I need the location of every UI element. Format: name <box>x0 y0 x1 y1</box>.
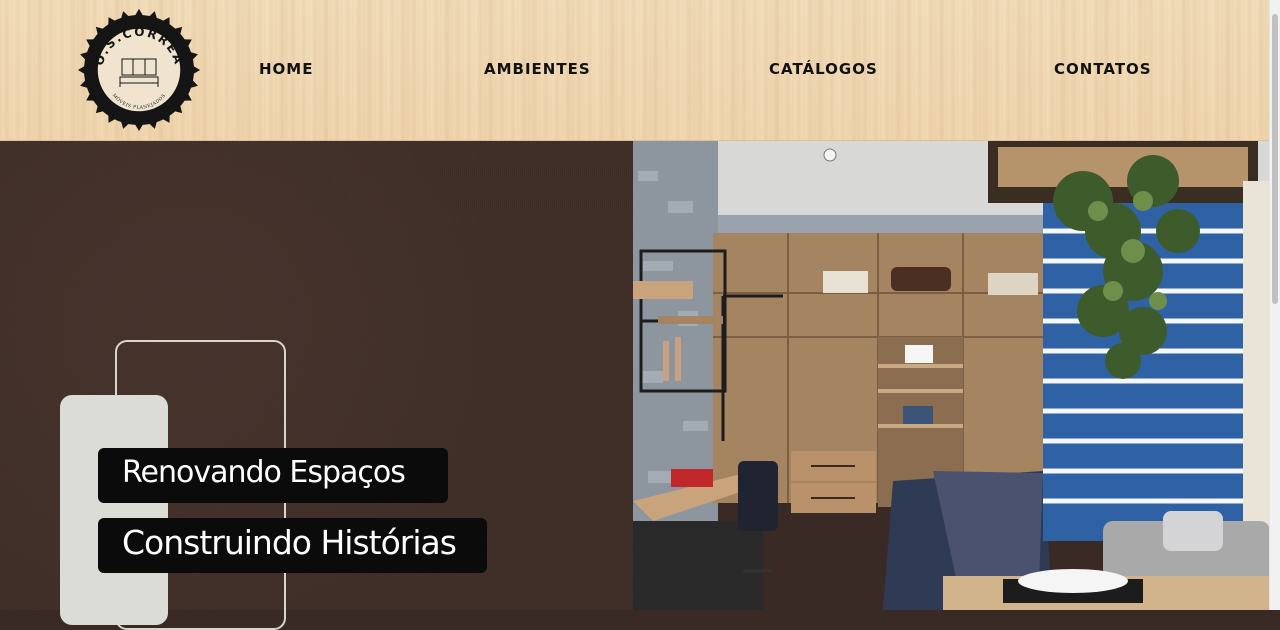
nav-home[interactable]: HOME <box>259 60 313 78</box>
scrollbar-thumb[interactable] <box>1272 14 1278 304</box>
site-header: O.S.CORREA MÓVEIS PLANEJADOS HOME AMBIEN… <box>0 0 1270 141</box>
decorative-grey-panel <box>60 395 168 625</box>
logo-saw-blade-icon[interactable]: O.S.CORREA MÓVEIS PLANEJADOS <box>78 9 200 131</box>
nav-catalogos[interactable]: CATÁLOGOS <box>769 60 878 78</box>
hero-tagline-1: Renovando Espaços <box>98 448 448 503</box>
room-photo-icon <box>633 141 1270 610</box>
page-scrollbar[interactable] <box>1269 0 1280 610</box>
nav-contatos[interactable]: CONTATOS <box>1054 60 1152 78</box>
room-photo <box>633 141 1270 610</box>
nav-ambientes[interactable]: AMBIENTES <box>484 60 591 78</box>
hero-tagline-2: Construindo Histórias <box>98 518 487 573</box>
